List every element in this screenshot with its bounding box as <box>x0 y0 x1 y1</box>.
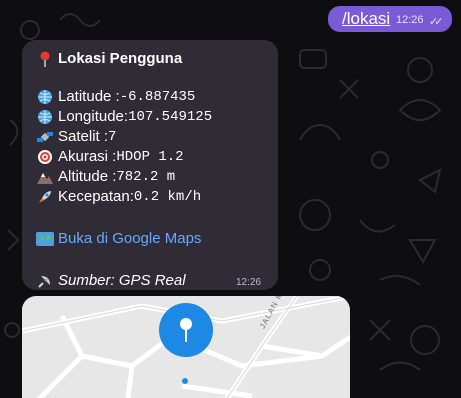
google-maps-link-text[interactable]: Buka di Google Maps <box>58 230 201 247</box>
altitude-row: Altitude : 782.2 m <box>36 168 175 185</box>
longitude-row: Longitude: 107.549125 <box>36 108 212 125</box>
globe-icon <box>36 109 54 125</box>
outgoing-command-link[interactable]: /lokasi <box>342 9 390 29</box>
accuracy-row: Akurasi : HDOP 1.2 <box>36 148 184 165</box>
accuracy-label: Akurasi : <box>58 148 117 165</box>
rocket-icon <box>36 189 54 205</box>
message-title: Lokasi Pengguna <box>58 50 183 67</box>
source-text: Sumber: GPS Real <box>58 272 186 289</box>
message-title-row: Lokasi Pengguna <box>36 50 182 67</box>
outgoing-message-bubble[interactable]: /lokasi 12:26 ✓✓ <box>328 6 452 32</box>
double-check-icon: ✓✓ <box>429 16 444 28</box>
altitude-value: 782.2 m <box>116 168 176 185</box>
google-maps-link[interactable]: Buka di Google Maps <box>36 230 201 247</box>
satellite-row: Satelit : 7 <box>36 128 116 145</box>
satellite-value: 7 <box>108 128 117 145</box>
world-map-icon <box>36 231 54 247</box>
longitude-label: Longitude: <box>58 108 129 125</box>
target-icon <box>36 149 54 165</box>
longitude-value: 107.549125 <box>128 108 213 125</box>
speed-value: 0.2 km/h <box>133 188 202 205</box>
round-pushpin-icon <box>36 51 54 67</box>
chat-screen: /lokasi 12:26 ✓✓ Lokasi Pengguna Latitud… <box>0 0 461 398</box>
speed-row: Kecepatan: 0.2 km/h <box>36 188 201 205</box>
incoming-timestamp: 12:26 <box>236 277 262 288</box>
location-map-preview[interactable]: JALAN KARYA BHAKTI VII <box>22 296 350 398</box>
accuracy-value: HDOP 1.2 <box>116 148 184 165</box>
map-pin-icon[interactable] <box>159 303 213 357</box>
satellite-label: Satelit : <box>58 128 109 145</box>
satellite-antenna-icon <box>36 273 54 289</box>
map-location-dot <box>182 378 188 384</box>
speed-label: Kecepatan: <box>58 188 134 205</box>
latitude-value: -6.887435 <box>119 88 196 105</box>
source-row: Sumber: GPS Real <box>36 272 186 289</box>
outgoing-timestamp: 12:26 <box>396 14 424 26</box>
latitude-row: Latitude : -6.887435 <box>36 88 195 105</box>
mountain-icon <box>36 169 54 185</box>
altitude-label: Altitude : <box>58 168 117 185</box>
latitude-label: Latitude : <box>58 88 120 105</box>
satellite-icon <box>36 129 54 145</box>
globe-icon <box>36 89 54 105</box>
incoming-location-message[interactable]: Lokasi Pengguna Latitude : -6.887435 Lon… <box>22 40 278 290</box>
